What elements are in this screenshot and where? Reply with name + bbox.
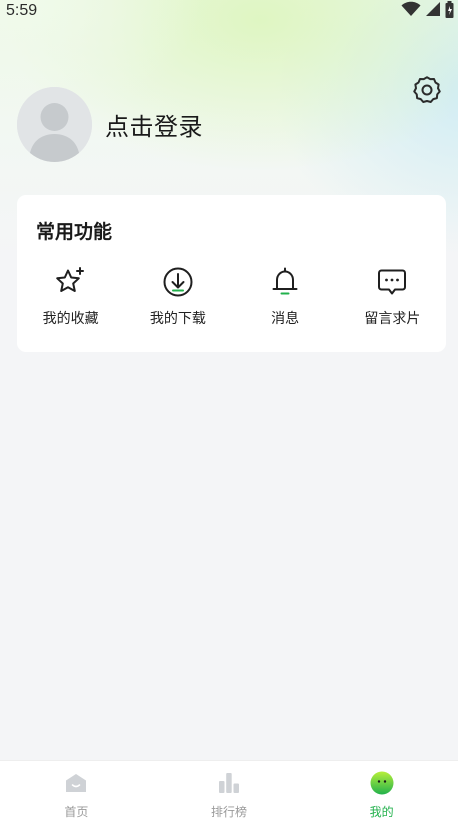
function-label: 我的下载 (149, 311, 206, 327)
signal-icon (425, 1, 441, 21)
wifi-icon (401, 1, 421, 21)
status-bar: 5:59 (0, 0, 458, 22)
function-item-favorites[interactable]: 我的收藏 (17, 265, 124, 331)
function-label: 消息 (271, 311, 300, 327)
bar-chart-icon (216, 770, 242, 796)
login-text[interactable]: 点击登录 (105, 107, 203, 142)
nav-item-home[interactable]: 首页 (0, 761, 153, 820)
battery-icon (445, 0, 454, 22)
download-circle-icon (161, 265, 195, 299)
nav-label: 我的 (369, 805, 394, 819)
bell-icon (268, 265, 302, 299)
nav-item-mine[interactable]: 我的 (305, 761, 458, 820)
home-icon (63, 770, 89, 796)
default-avatar-icon (17, 86, 92, 162)
function-item-request-movie[interactable]: 留言求片 (339, 265, 446, 331)
settings-button[interactable] (411, 76, 443, 108)
function-item-downloads[interactable]: 我的下载 (124, 265, 231, 331)
function-row: 我的收藏 我的下载 消息 留言求片 (17, 265, 446, 331)
common-functions-card: 常用功能 我的收藏 我的下载 消息 留言求片 (17, 195, 446, 352)
card-title: 常用功能 (36, 221, 113, 243)
function-label: 留言求片 (364, 311, 421, 327)
gear-icon (412, 75, 442, 109)
function-item-messages[interactable]: 消息 (232, 265, 339, 331)
status-time: 5:59 (6, 2, 38, 19)
nav-label: 排行榜 (211, 805, 248, 819)
chat-bubble-icon (375, 265, 409, 299)
star-sparkle-icon (54, 265, 88, 299)
smiley-face-icon (369, 770, 395, 796)
status-icons (401, 0, 454, 22)
function-label: 我的收藏 (42, 311, 99, 327)
nav-item-ranking[interactable]: 排行榜 (153, 761, 306, 820)
login-profile-area[interactable]: 点击登录 (17, 86, 203, 162)
bottom-navigation: 首页 排行榜 我的 (0, 760, 458, 820)
avatar[interactable] (17, 86, 92, 162)
nav-label: 首页 (64, 805, 89, 819)
